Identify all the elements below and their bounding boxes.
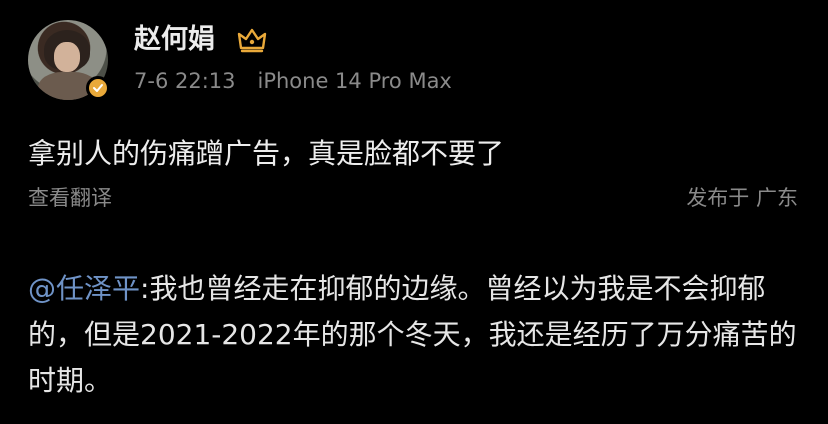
mention-link[interactable]: @任泽平	[28, 272, 140, 305]
post-date: 7-6 22:13	[134, 69, 236, 93]
avatar-face	[54, 42, 80, 72]
verified-badge-icon	[86, 76, 110, 100]
location-prefix: 发布于	[686, 186, 750, 210]
post-meta: 7-6 22:13 iPhone 14 Pro Max	[134, 66, 452, 96]
repost-text: @任泽平:我也曾经走在抑郁的边缘。曾经以为我是不会抑郁的，但是2021-2022…	[28, 266, 804, 404]
repost-body: :我也曾经走在抑郁的边缘。曾经以为我是不会抑郁的，但是2021-2022年的那个…	[28, 272, 797, 397]
post-location: 发布于 广东	[686, 183, 798, 213]
crown-icon[interactable]	[236, 26, 268, 54]
post-device: iPhone 14 Pro Max	[257, 69, 452, 93]
location-value: 广东	[756, 186, 798, 210]
username[interactable]: 赵何娟	[134, 22, 215, 58]
translate-link[interactable]: 查看翻译	[28, 183, 112, 213]
post-text: 拿别人的伤痛蹭广告，真是脸都不要了	[28, 137, 505, 170]
